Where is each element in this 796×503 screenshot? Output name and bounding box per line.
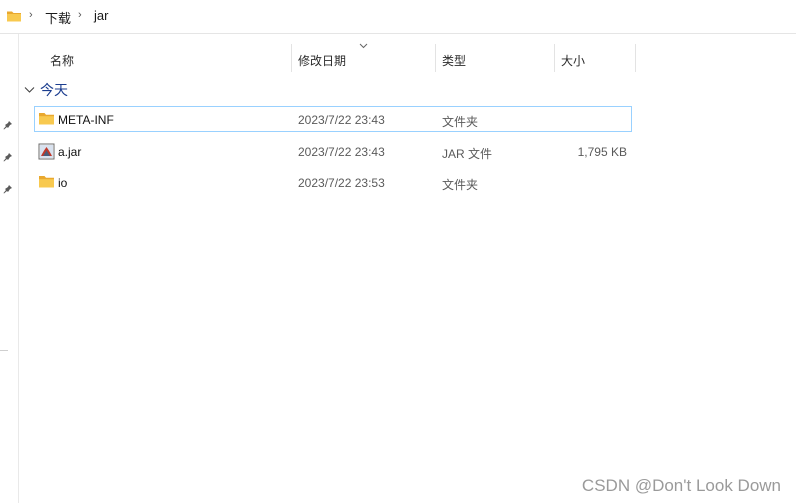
group-label: 今天 xyxy=(40,82,68,98)
column-header-date-label: 修改日期 xyxy=(298,54,347,68)
navigation-pane[interactable] xyxy=(0,34,19,503)
file-size: 1,795 KB xyxy=(577,145,627,159)
folder-icon xyxy=(38,174,55,192)
column-header-name-label: 名称 xyxy=(50,54,75,68)
folder-icon xyxy=(38,111,55,129)
column-header-size[interactable]: 大小 xyxy=(555,43,635,71)
sort-descending-icon xyxy=(359,38,368,52)
file-date: 2023/7/22 23:43 xyxy=(298,145,385,159)
breadcrumb-separator-icon: › xyxy=(78,9,82,21)
folder-icon xyxy=(6,9,22,26)
file-row[interactable]: io 2023/7/22 23:53 文件夹 xyxy=(34,169,632,195)
chevron-down-icon xyxy=(24,83,35,97)
file-date: 2023/7/22 23:53 xyxy=(298,176,385,190)
column-header-name[interactable]: 名称 xyxy=(31,43,291,71)
breadcrumb-separator-icon: › xyxy=(29,9,33,21)
group-header-today[interactable]: 今天 xyxy=(24,80,68,100)
watermark-text: CSDN @Don't Look Down xyxy=(581,476,781,495)
pin-icon xyxy=(3,152,13,165)
file-row[interactable]: a.jar 2023/7/22 23:43 JAR 文件 1,795 KB xyxy=(34,138,632,164)
column-header-row: 名称 修改日期 类型 大小 xyxy=(19,34,796,72)
breadcrumb-item-downloads[interactable]: 下载 xyxy=(45,8,71,27)
file-row[interactable]: META-INF 2023/7/22 23:43 文件夹 xyxy=(34,106,632,132)
column-header-type[interactable]: 类型 xyxy=(436,43,554,71)
file-type: JAR 文件 xyxy=(442,147,493,161)
file-name: META-INF xyxy=(58,113,114,127)
column-header-size-label: 大小 xyxy=(561,54,586,68)
file-type: 文件夹 xyxy=(442,178,479,192)
nav-divider xyxy=(0,350,8,351)
file-name: a.jar xyxy=(58,145,82,159)
breadcrumb-item-jar[interactable]: jar xyxy=(94,8,108,23)
jar-file-icon xyxy=(38,143,55,163)
pin-icon xyxy=(3,184,13,197)
column-divider[interactable] xyxy=(635,44,636,72)
address-bar[interactable]: › 下载 › jar xyxy=(0,0,796,34)
file-date: 2023/7/22 23:43 xyxy=(298,113,385,127)
file-type: 文件夹 xyxy=(442,115,479,129)
column-header-type-label: 类型 xyxy=(442,54,467,68)
file-name: io xyxy=(58,176,68,190)
pin-icon xyxy=(3,120,13,133)
